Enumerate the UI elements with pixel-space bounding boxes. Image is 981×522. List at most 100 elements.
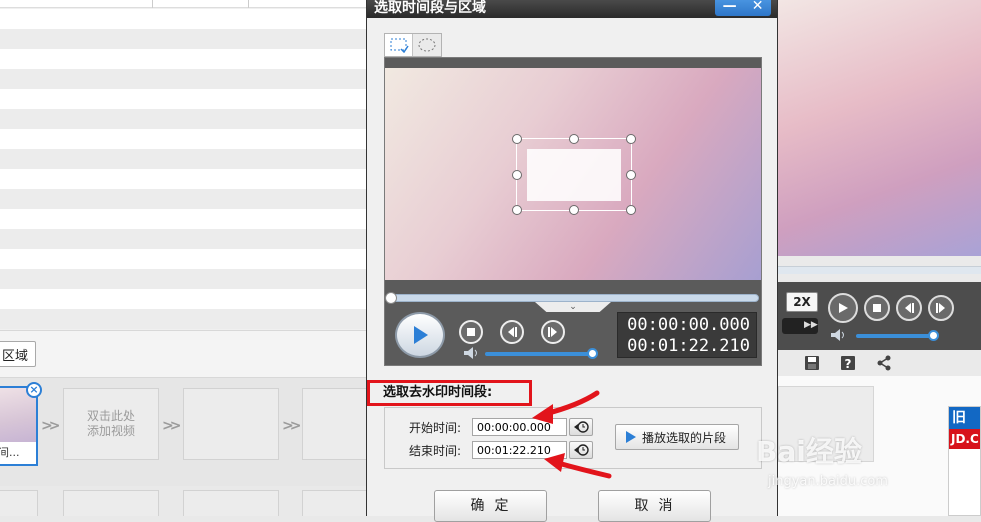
- list-row[interactable]: [0, 149, 366, 169]
- start-time-label: 开始时间:: [409, 421, 462, 435]
- set-end-time-button[interactable]: [569, 441, 593, 459]
- resize-handle[interactable]: [626, 205, 636, 215]
- list-row[interactable]: [0, 49, 366, 69]
- add-video-hint: 添加视频: [86, 424, 135, 438]
- save-icon[interactable]: [804, 355, 820, 371]
- watermark-selection-rect[interactable]: [512, 134, 636, 215]
- resize-handle[interactable]: [569, 205, 579, 215]
- play-icon: [626, 431, 636, 443]
- minimize-icon[interactable]: —: [723, 0, 737, 14]
- empty-clip-slot[interactable]: [302, 388, 366, 460]
- start-time-field[interactable]: [472, 418, 567, 436]
- left-toolbar: 区域: [0, 330, 366, 378]
- list-row[interactable]: [0, 209, 366, 229]
- resize-handle[interactable]: [512, 205, 522, 215]
- clip-filmstrip: 间... × >> 双击此处 添加视频 >> >>: [0, 378, 366, 486]
- selection-mode-tabs: [384, 33, 442, 57]
- ellipse-select-tab[interactable]: [413, 34, 441, 56]
- main-volume-knob[interactable]: [928, 330, 939, 341]
- rect-select-tab[interactable]: [385, 34, 414, 56]
- stop-button[interactable]: [459, 320, 483, 344]
- section-label-watermark-time: 选取去水印时间段:: [367, 380, 532, 406]
- end-time-label: 结束时间:: [409, 444, 462, 458]
- end-time-field[interactable]: [472, 441, 567, 459]
- timecode-display: 00:00:00.000 00:01:22.210: [617, 312, 757, 358]
- main-next-frame-button[interactable]: [928, 295, 954, 321]
- main-volume-slider[interactable]: [856, 334, 934, 338]
- list-header-divider[interactable]: [152, 0, 153, 8]
- empty-clip-slot[interactable]: [63, 490, 159, 516]
- volume-slider[interactable]: [485, 352, 591, 356]
- collapse-toggle[interactable]: ⌄: [535, 302, 611, 312]
- resize-handle[interactable]: [626, 169, 636, 180]
- empty-clip-slot[interactable]: [183, 490, 279, 516]
- main-stop-button[interactable]: [864, 295, 890, 321]
- resize-handle[interactable]: [512, 169, 522, 180]
- main-play-button[interactable]: [828, 293, 858, 323]
- clip-thumbnail[interactable]: 间...: [0, 386, 38, 466]
- resize-handle[interactable]: [569, 134, 579, 144]
- list-row[interactable]: [0, 229, 366, 249]
- share-icon[interactable]: [876, 355, 892, 371]
- play-segment-button[interactable]: 播放选取的片段: [615, 424, 739, 450]
- stop-icon: [467, 328, 475, 336]
- watermark-logo: Bai经验: [756, 435, 862, 468]
- dialog-title: 选取时间段与区域: [374, 0, 486, 16]
- volume-icon[interactable]: [830, 329, 848, 341]
- main-seek-bar[interactable]: [778, 266, 981, 274]
- set-start-time-button[interactable]: [569, 418, 593, 436]
- resize-handle[interactable]: [626, 134, 636, 144]
- add-video-slot[interactable]: 双击此处 添加视频: [63, 388, 159, 460]
- select-time-region-dialog: 选取时间段与区域 — ✕ ⌄ 00:00:00.000 00:01:22.210…: [366, 0, 778, 522]
- region-button[interactable]: 区域: [0, 341, 36, 367]
- list-row[interactable]: [0, 69, 366, 89]
- list-row[interactable]: [0, 269, 366, 289]
- arrow-right-icon: >>: [41, 418, 61, 434]
- cancel-button[interactable]: 取消: [598, 490, 711, 522]
- clock-icon: [574, 444, 589, 456]
- selection-fill: [527, 149, 621, 201]
- seek-knob[interactable]: [385, 292, 397, 304]
- play-segment-label: 播放选取的片段: [642, 430, 727, 445]
- timecode-total: 00:01:22.210: [627, 336, 750, 356]
- main-prev-frame-button[interactable]: [896, 295, 922, 321]
- video-frame[interactable]: [385, 68, 761, 280]
- list-row[interactable]: [0, 89, 366, 109]
- list-row[interactable]: [0, 9, 366, 29]
- play-button[interactable]: [395, 312, 445, 358]
- window-buttons: — ✕: [715, 0, 771, 16]
- list-row[interactable]: [0, 109, 366, 129]
- list-row[interactable]: [0, 29, 366, 49]
- empty-clip-slot[interactable]: [0, 490, 38, 516]
- close-icon[interactable]: ✕: [752, 0, 764, 14]
- help-icon[interactable]: ?: [840, 355, 856, 371]
- list-row[interactable]: [0, 289, 366, 309]
- list-header: [0, 0, 366, 8]
- volume-icon[interactable]: [463, 347, 481, 359]
- empty-clip-slot[interactable]: [183, 388, 279, 460]
- arrow-right-icon: >>: [162, 418, 182, 434]
- main-player-controls: 2X ▶▶: [778, 282, 981, 350]
- stop-icon: [873, 304, 881, 312]
- resize-handle[interactable]: [512, 134, 522, 144]
- empty-clip-slot[interactable]: [302, 490, 366, 516]
- list-row[interactable]: [0, 189, 366, 209]
- prev-frame-button[interactable]: [500, 320, 524, 344]
- next-frame-icon: [548, 327, 557, 337]
- volume-knob[interactable]: [587, 348, 598, 359]
- rect-select-icon: [390, 38, 409, 53]
- main-video-preview: [778, 0, 981, 256]
- speed-button[interactable]: 2X: [786, 292, 818, 312]
- dialog-title-bar[interactable]: 选取时间段与区域 — ✕: [367, 0, 777, 18]
- ok-button[interactable]: 确定: [434, 490, 547, 522]
- remove-clip-icon[interactable]: ×: [26, 382, 42, 398]
- next-frame-button[interactable]: [541, 320, 565, 344]
- list-row[interactable]: [0, 249, 366, 269]
- play-icon: [414, 326, 428, 344]
- list-row[interactable]: [0, 169, 366, 189]
- list-header-divider[interactable]: [248, 0, 249, 8]
- seek-bar[interactable]: [389, 294, 759, 302]
- list-row[interactable]: [0, 129, 366, 149]
- speed-toggle[interactable]: ▶▶: [782, 318, 818, 334]
- list-row[interactable]: [0, 309, 366, 329]
